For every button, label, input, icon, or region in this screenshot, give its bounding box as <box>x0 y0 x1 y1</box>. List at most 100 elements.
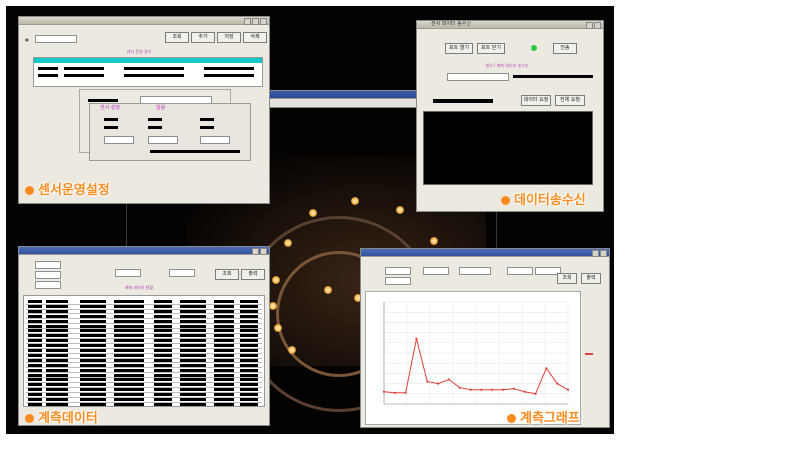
table-cell <box>114 353 144 357</box>
close-icon[interactable] <box>600 250 607 257</box>
table-cell <box>28 402 42 406</box>
table-cell <box>240 363 258 367</box>
table-cell <box>240 398 258 401</box>
minimize-icon[interactable] <box>586 22 593 29</box>
table-cell <box>240 300 258 303</box>
data-point <box>534 392 537 395</box>
table-cell <box>114 393 144 397</box>
port-close-button[interactable]: 포트 닫기 <box>477 43 505 54</box>
table-cell <box>180 339 206 343</box>
table-cell <box>180 344 206 348</box>
table-cell <box>80 378 106 382</box>
table-cell <box>80 383 106 387</box>
maximize-icon[interactable] <box>252 18 259 25</box>
table-cell <box>114 349 144 352</box>
table-cell <box>80 402 106 406</box>
measure-data-caption: 계측데이터 <box>25 407 98 425</box>
graph-print-button[interactable]: 출력 <box>581 273 601 284</box>
table-cell <box>114 324 144 328</box>
table-cell <box>154 373 172 377</box>
table-cell <box>46 363 68 367</box>
table-cell <box>214 309 234 313</box>
table-cell <box>180 353 206 357</box>
table-cell <box>180 349 206 352</box>
table-cell <box>46 358 68 362</box>
measure-graph-caption: 계측그래프 <box>507 407 580 426</box>
graph-panel <box>365 291 581 425</box>
data-transfer-title: 센서 데이터 송수신 <box>431 21 471 27</box>
table-cell <box>114 314 144 318</box>
table-cell <box>240 309 258 313</box>
table-cell <box>240 383 258 387</box>
sensor-list[interactable] <box>33 57 263 87</box>
measurement-data-window: 조회 출력 계측 데이터 현황 계측데이터 <box>18 246 270 426</box>
port-open-button[interactable]: 포트 열기 <box>445 43 473 54</box>
caption-bullet-icon <box>25 186 34 195</box>
table-cell <box>214 398 234 401</box>
data-point <box>437 382 440 385</box>
photo-light <box>430 237 438 245</box>
request-all-button[interactable]: 전체 요청 <box>555 95 585 106</box>
close-icon[interactable] <box>260 248 267 255</box>
sensor-delete-button[interactable]: 삭제 <box>243 32 267 43</box>
measurement-data-table[interactable] <box>23 295 265 407</box>
table-section-title: 계측 데이터 현황 <box>124 285 154 290</box>
table-cell <box>28 358 42 362</box>
sensor-query-button[interactable]: 조회 <box>165 32 189 43</box>
table-cell <box>28 378 42 382</box>
table-cell <box>180 319 206 323</box>
data-point <box>501 388 505 391</box>
table-cell <box>180 368 206 372</box>
table-cell <box>240 344 258 348</box>
tab-alarm[interactable]: 알람 <box>156 104 165 111</box>
table-cell <box>114 304 144 308</box>
sensor-setup-caption: 센서운영설정 <box>25 179 110 198</box>
table-cell <box>28 363 42 367</box>
photo-light <box>269 302 277 310</box>
request-data-button[interactable]: 데이터 요청 <box>521 95 551 106</box>
table-cell <box>80 309 106 313</box>
table-cell <box>114 388 144 392</box>
table-cell <box>214 344 234 348</box>
table-cell <box>80 358 106 362</box>
data-point <box>382 390 386 393</box>
table-cell <box>28 329 42 333</box>
minimize-icon[interactable] <box>592 250 599 257</box>
table-print-button[interactable]: 출력 <box>241 269 265 280</box>
table-query-button[interactable]: 조회 <box>215 269 239 280</box>
data-point <box>556 382 559 385</box>
table-cell <box>240 393 258 397</box>
table-cell <box>80 314 106 318</box>
photo-light <box>351 197 359 205</box>
tab-sensor-settings[interactable]: 센서 설정 <box>100 104 120 111</box>
table-cell <box>114 329 144 333</box>
sensor-search-field[interactable] <box>35 35 77 43</box>
close-icon[interactable] <box>594 22 601 29</box>
minimize-icon[interactable] <box>252 248 259 255</box>
table-cell <box>114 402 144 406</box>
table-cell <box>180 383 206 387</box>
graph-query-button[interactable]: 조회 <box>557 273 577 284</box>
table-cell <box>154 402 172 406</box>
table-cell <box>114 319 144 323</box>
table-cell <box>46 402 68 406</box>
minimize-icon[interactable] <box>244 18 251 25</box>
port-select[interactable] <box>447 73 509 81</box>
table-cell <box>180 304 206 308</box>
data-point <box>415 337 418 340</box>
line-chart <box>382 301 570 405</box>
table-cell <box>80 329 106 333</box>
table-cell <box>180 402 206 406</box>
close-icon[interactable] <box>260 18 267 25</box>
sensor-list-selected-row[interactable] <box>34 58 262 63</box>
sensor-save-button[interactable]: 저장 <box>217 32 241 43</box>
sensor-add-button[interactable]: 추가 <box>191 32 215 43</box>
receive-log-console[interactable] <box>423 111 593 185</box>
table-cell <box>80 398 106 401</box>
table-cell <box>214 334 234 338</box>
data-point <box>393 391 396 394</box>
table-cell <box>180 329 206 333</box>
table-cell <box>180 309 206 313</box>
send-button[interactable]: 전송 <box>553 43 577 54</box>
table-cell <box>28 388 42 392</box>
